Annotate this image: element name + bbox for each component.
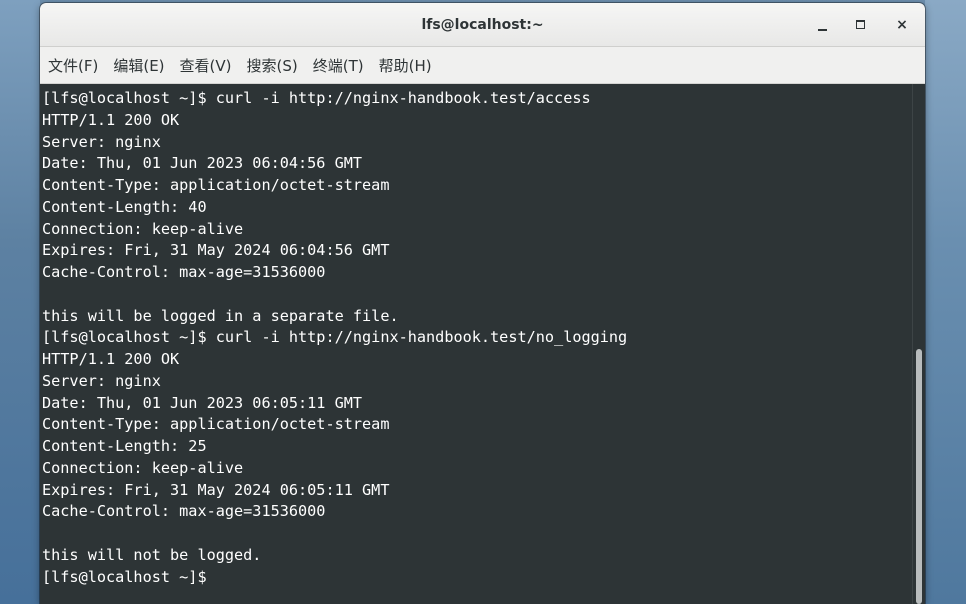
menu-view[interactable]: 查看(V) — [180, 55, 232, 76]
terminal-line: Content-Type: application/octet-stream — [42, 415, 390, 434]
terminal-line: Server: nginx — [42, 371, 161, 390]
terminal-output[interactable]: [lfs@localhost ~]$ curl -i http://nginx-… — [40, 84, 912, 604]
terminal-line: Cache-Control: max-age=31536000 — [42, 263, 326, 281]
terminal-line: HTTP/1.1 200 OK — [42, 110, 180, 129]
terminal-line: Connection: keep-alive — [42, 219, 244, 238]
terminal-line: [lfs@localhost ~]$ curl -i http://nginx-… — [42, 328, 628, 347]
terminal-line: Date: Thu, 01 Jun 2023 06:04:56 GMT — [42, 154, 363, 173]
terminal-line: [lfs@localhost ~]$ curl -i http://nginx-… — [42, 89, 591, 107]
menu-help[interactable]: 帮助(H) — [379, 55, 432, 76]
terminal-prompt: [lfs@localhost ~]$ — [42, 567, 216, 586]
window-title: lfs@localhost:~ — [421, 17, 544, 33]
menu-terminal[interactable]: 终端(T) — [313, 55, 364, 76]
maximize-icon — [855, 19, 865, 29]
terminal-line: Cache-Control: max-age=31536000 — [42, 502, 326, 521]
menu-search[interactable]: 搜索(S) — [247, 55, 298, 76]
maximize-button[interactable] — [846, 11, 874, 39]
close-button[interactable]: × — [888, 11, 916, 39]
terminal-window: lfs@localhost:~ × 文件(F) 编辑(E) 查看(V) 搜索(S… — [40, 3, 925, 604]
minimize-icon — [817, 29, 827, 31]
terminal-line: this will be logged in a separate file. — [42, 306, 399, 325]
terminal-line: Server: nginx — [42, 132, 161, 151]
terminal-line: Content-Length: 25 — [42, 437, 207, 455]
terminal-line: Date: Thu, 01 Jun 2023 06:05:11 GMT — [42, 393, 363, 412]
menu-bar: 文件(F) 编辑(E) 查看(V) 搜索(S) 终端(T) 帮助(H) — [40, 47, 925, 84]
desktop-background-right — [925, 0, 966, 604]
terminal-line: Expires: Fri, 31 May 2024 06:05:11 GMT — [42, 480, 390, 499]
terminal-line: Connection: keep-alive — [42, 458, 244, 477]
minimize-button[interactable] — [808, 11, 836, 39]
terminal-line: Expires: Fri, 31 May 2024 06:04:56 GMT — [42, 241, 390, 260]
terminal-line: this will not be logged. — [42, 545, 262, 564]
menu-file[interactable]: 文件(F) — [48, 55, 98, 76]
title-bar[interactable]: lfs@localhost:~ × — [40, 3, 925, 47]
close-icon: × — [896, 17, 908, 33]
terminal-line: HTTP/1.1 200 OK — [42, 350, 180, 368]
terminal-line: Content-Type: application/octet-stream — [42, 176, 390, 194]
vertical-scrollbar[interactable] — [912, 84, 925, 604]
terminal-line: Content-Length: 40 — [42, 197, 207, 216]
desktop-background-left — [0, 0, 40, 604]
menu-edit[interactable]: 编辑(E) — [113, 55, 164, 76]
scrollbar-thumb[interactable] — [916, 349, 922, 604]
